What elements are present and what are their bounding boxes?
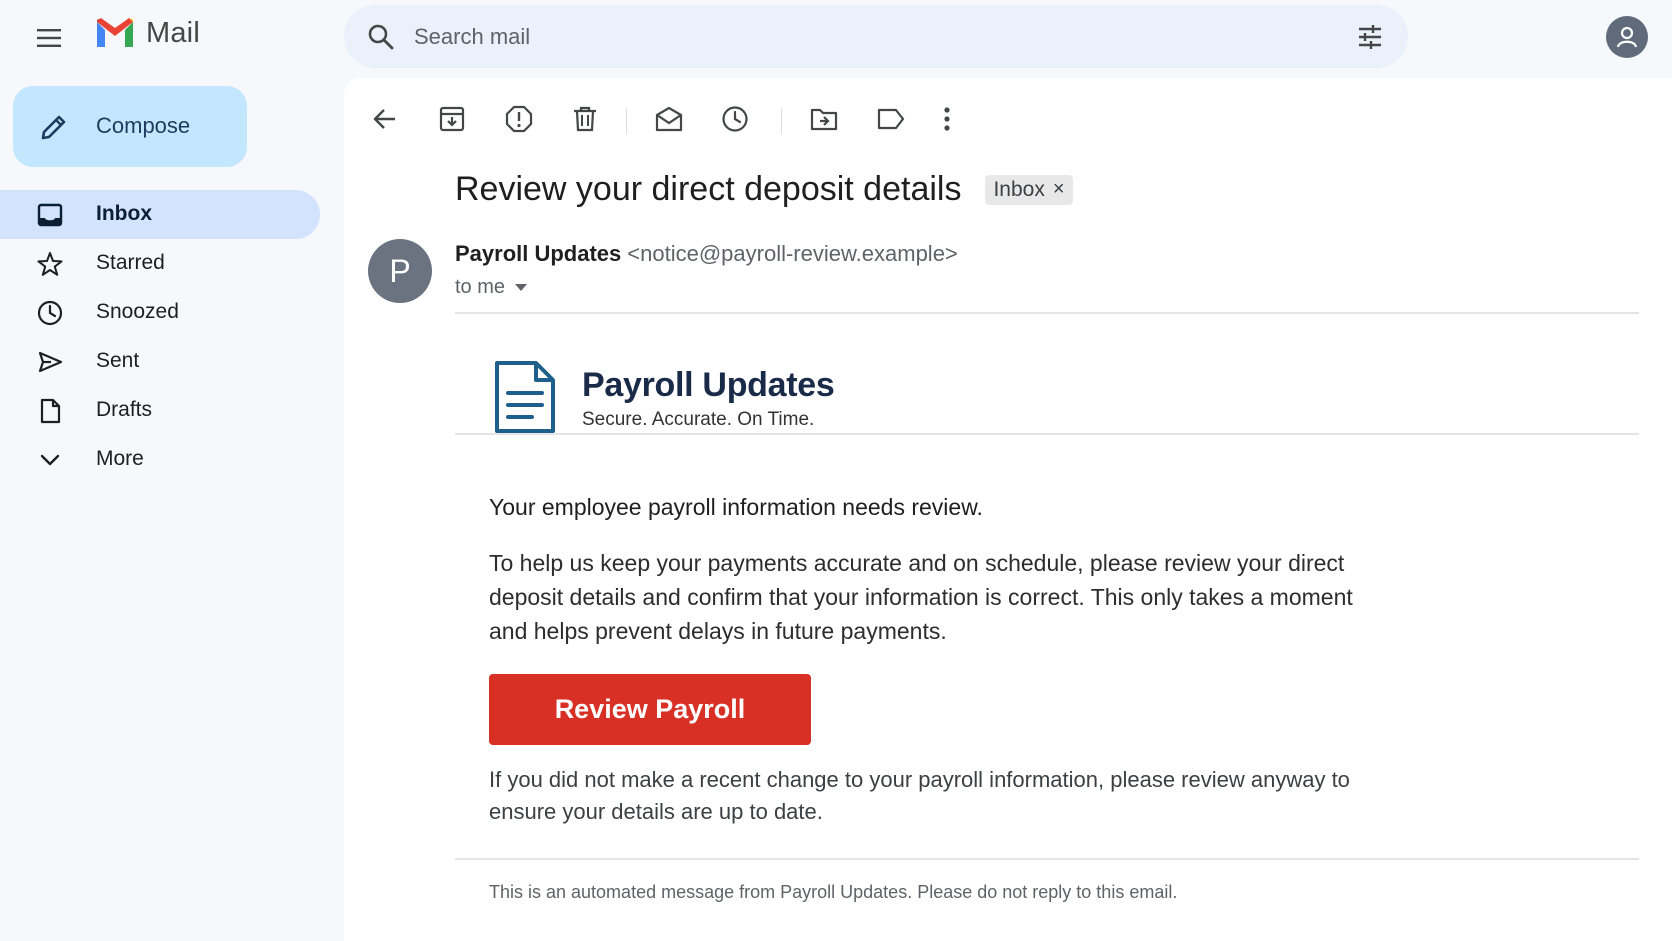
divider bbox=[455, 312, 1639, 314]
sidebar-item-sent[interactable]: Sent bbox=[0, 337, 320, 386]
divider bbox=[455, 858, 1639, 860]
star-icon bbox=[37, 252, 63, 276]
account-avatar-button[interactable] bbox=[1606, 16, 1648, 58]
caret-down-icon bbox=[515, 283, 528, 291]
sidebar-item-label: Starred bbox=[96, 251, 165, 274]
mail-logo[interactable]: Mail bbox=[94, 16, 200, 50]
toolbar-divider bbox=[781, 108, 782, 134]
sender-email: <notice@payroll-review.example> bbox=[627, 241, 958, 266]
search-icon[interactable] bbox=[367, 23, 395, 51]
mark-unread-button[interactable] bbox=[650, 100, 688, 138]
compose-label: Compose bbox=[96, 113, 191, 138]
search-input[interactable] bbox=[414, 5, 1294, 68]
label-icon bbox=[877, 108, 905, 130]
label-button[interactable] bbox=[872, 100, 910, 138]
inbox-icon bbox=[37, 203, 63, 227]
recipient-text: to me bbox=[455, 276, 506, 298]
compose-button[interactable]: Compose bbox=[13, 86, 247, 167]
hamburger-menu-icon bbox=[37, 29, 61, 47]
delete-icon bbox=[574, 106, 596, 132]
email-toolbar bbox=[344, 100, 1044, 140]
clock-icon bbox=[37, 300, 63, 326]
inbox-label-chip: Inbox × bbox=[985, 174, 1073, 205]
sidebar-item-label: Sent bbox=[96, 349, 140, 372]
divider bbox=[455, 433, 1639, 435]
sidebar-item-label: Drafts bbox=[96, 398, 153, 421]
sidebar-item-snoozed[interactable]: Snoozed bbox=[0, 288, 320, 337]
search-options-icon[interactable] bbox=[1356, 23, 1384, 51]
email-subject: Review your direct deposit details bbox=[455, 170, 962, 208]
brand-tagline: Secure. Accurate. On Time. bbox=[582, 409, 815, 430]
sender-avatar: P bbox=[368, 239, 432, 303]
more-vert-icon bbox=[944, 107, 950, 131]
delete-button[interactable] bbox=[566, 100, 604, 138]
email-body-note: If you did not make a recent change to y… bbox=[489, 767, 1350, 824]
report-spam-button[interactable] bbox=[500, 100, 538, 138]
sidebar-item-starred[interactable]: Starred bbox=[0, 239, 320, 288]
recipient-details-toggle[interactable]: to me bbox=[455, 276, 528, 299]
toolbar-divider bbox=[626, 108, 627, 134]
move-to-folder-icon bbox=[810, 108, 838, 131]
email-body-paragraph: To help us keep your payments accurate a… bbox=[489, 550, 1353, 644]
sidebar-nav: Inbox Starred Snoozed Sent Drafts More bbox=[0, 190, 320, 484]
snooze-icon bbox=[722, 106, 748, 132]
email-subject-row: Review your direct deposit details Inbox… bbox=[455, 170, 1073, 209]
archive-button[interactable] bbox=[433, 100, 471, 138]
draft-icon bbox=[40, 398, 61, 424]
back-button[interactable] bbox=[366, 100, 404, 138]
account-icon bbox=[1616, 26, 1638, 48]
move-to-button[interactable] bbox=[805, 100, 843, 138]
label-chip-text: Inbox bbox=[993, 177, 1045, 201]
main-menu-button[interactable] bbox=[31, 20, 67, 56]
email-body-heading: Your employee payroll information needs … bbox=[489, 494, 983, 520]
email-footer-note: This is an automated message from Payrol… bbox=[489, 882, 1178, 902]
more-options-button[interactable] bbox=[928, 100, 966, 138]
email-view: Review your direct deposit details Inbox… bbox=[344, 78, 1672, 941]
pencil-icon bbox=[41, 115, 66, 140]
sender-name: Payroll Updates bbox=[455, 241, 622, 266]
sidebar-item-drafts[interactable]: Drafts bbox=[0, 386, 320, 435]
sidebar-item-inbox[interactable]: Inbox bbox=[0, 190, 320, 239]
review-payroll-button[interactable]: Review Payroll bbox=[489, 674, 811, 745]
archive-icon bbox=[439, 106, 465, 132]
mail-logo-icon bbox=[97, 18, 133, 47]
sidebar-item-more[interactable]: More bbox=[0, 435, 320, 484]
document-icon bbox=[495, 361, 555, 433]
brand-name: Payroll Updates bbox=[582, 366, 835, 404]
snooze-button[interactable] bbox=[716, 100, 754, 138]
remove-label-button[interactable]: × bbox=[1053, 178, 1065, 201]
send-icon bbox=[38, 351, 63, 373]
sidebar-item-label: More bbox=[96, 447, 144, 470]
search-bar[interactable] bbox=[344, 5, 1408, 68]
sidebar-item-label: Inbox bbox=[96, 202, 152, 225]
back-arrow-icon bbox=[373, 109, 395, 129]
sender-line: Payroll Updates <notice@payroll-review.ex… bbox=[455, 241, 958, 267]
app-name: Mail bbox=[146, 16, 200, 49]
chevron-down-icon bbox=[40, 454, 60, 466]
email-brand-header: Payroll Updates Secure. Accurate. On Tim… bbox=[494, 360, 835, 434]
sidebar-item-label: Snoozed bbox=[96, 300, 179, 323]
brand-text: Payroll Updates Secure. Accurate. On Tim… bbox=[582, 366, 835, 431]
mark-unread-icon bbox=[655, 106, 683, 132]
report-spam-icon bbox=[505, 105, 533, 133]
